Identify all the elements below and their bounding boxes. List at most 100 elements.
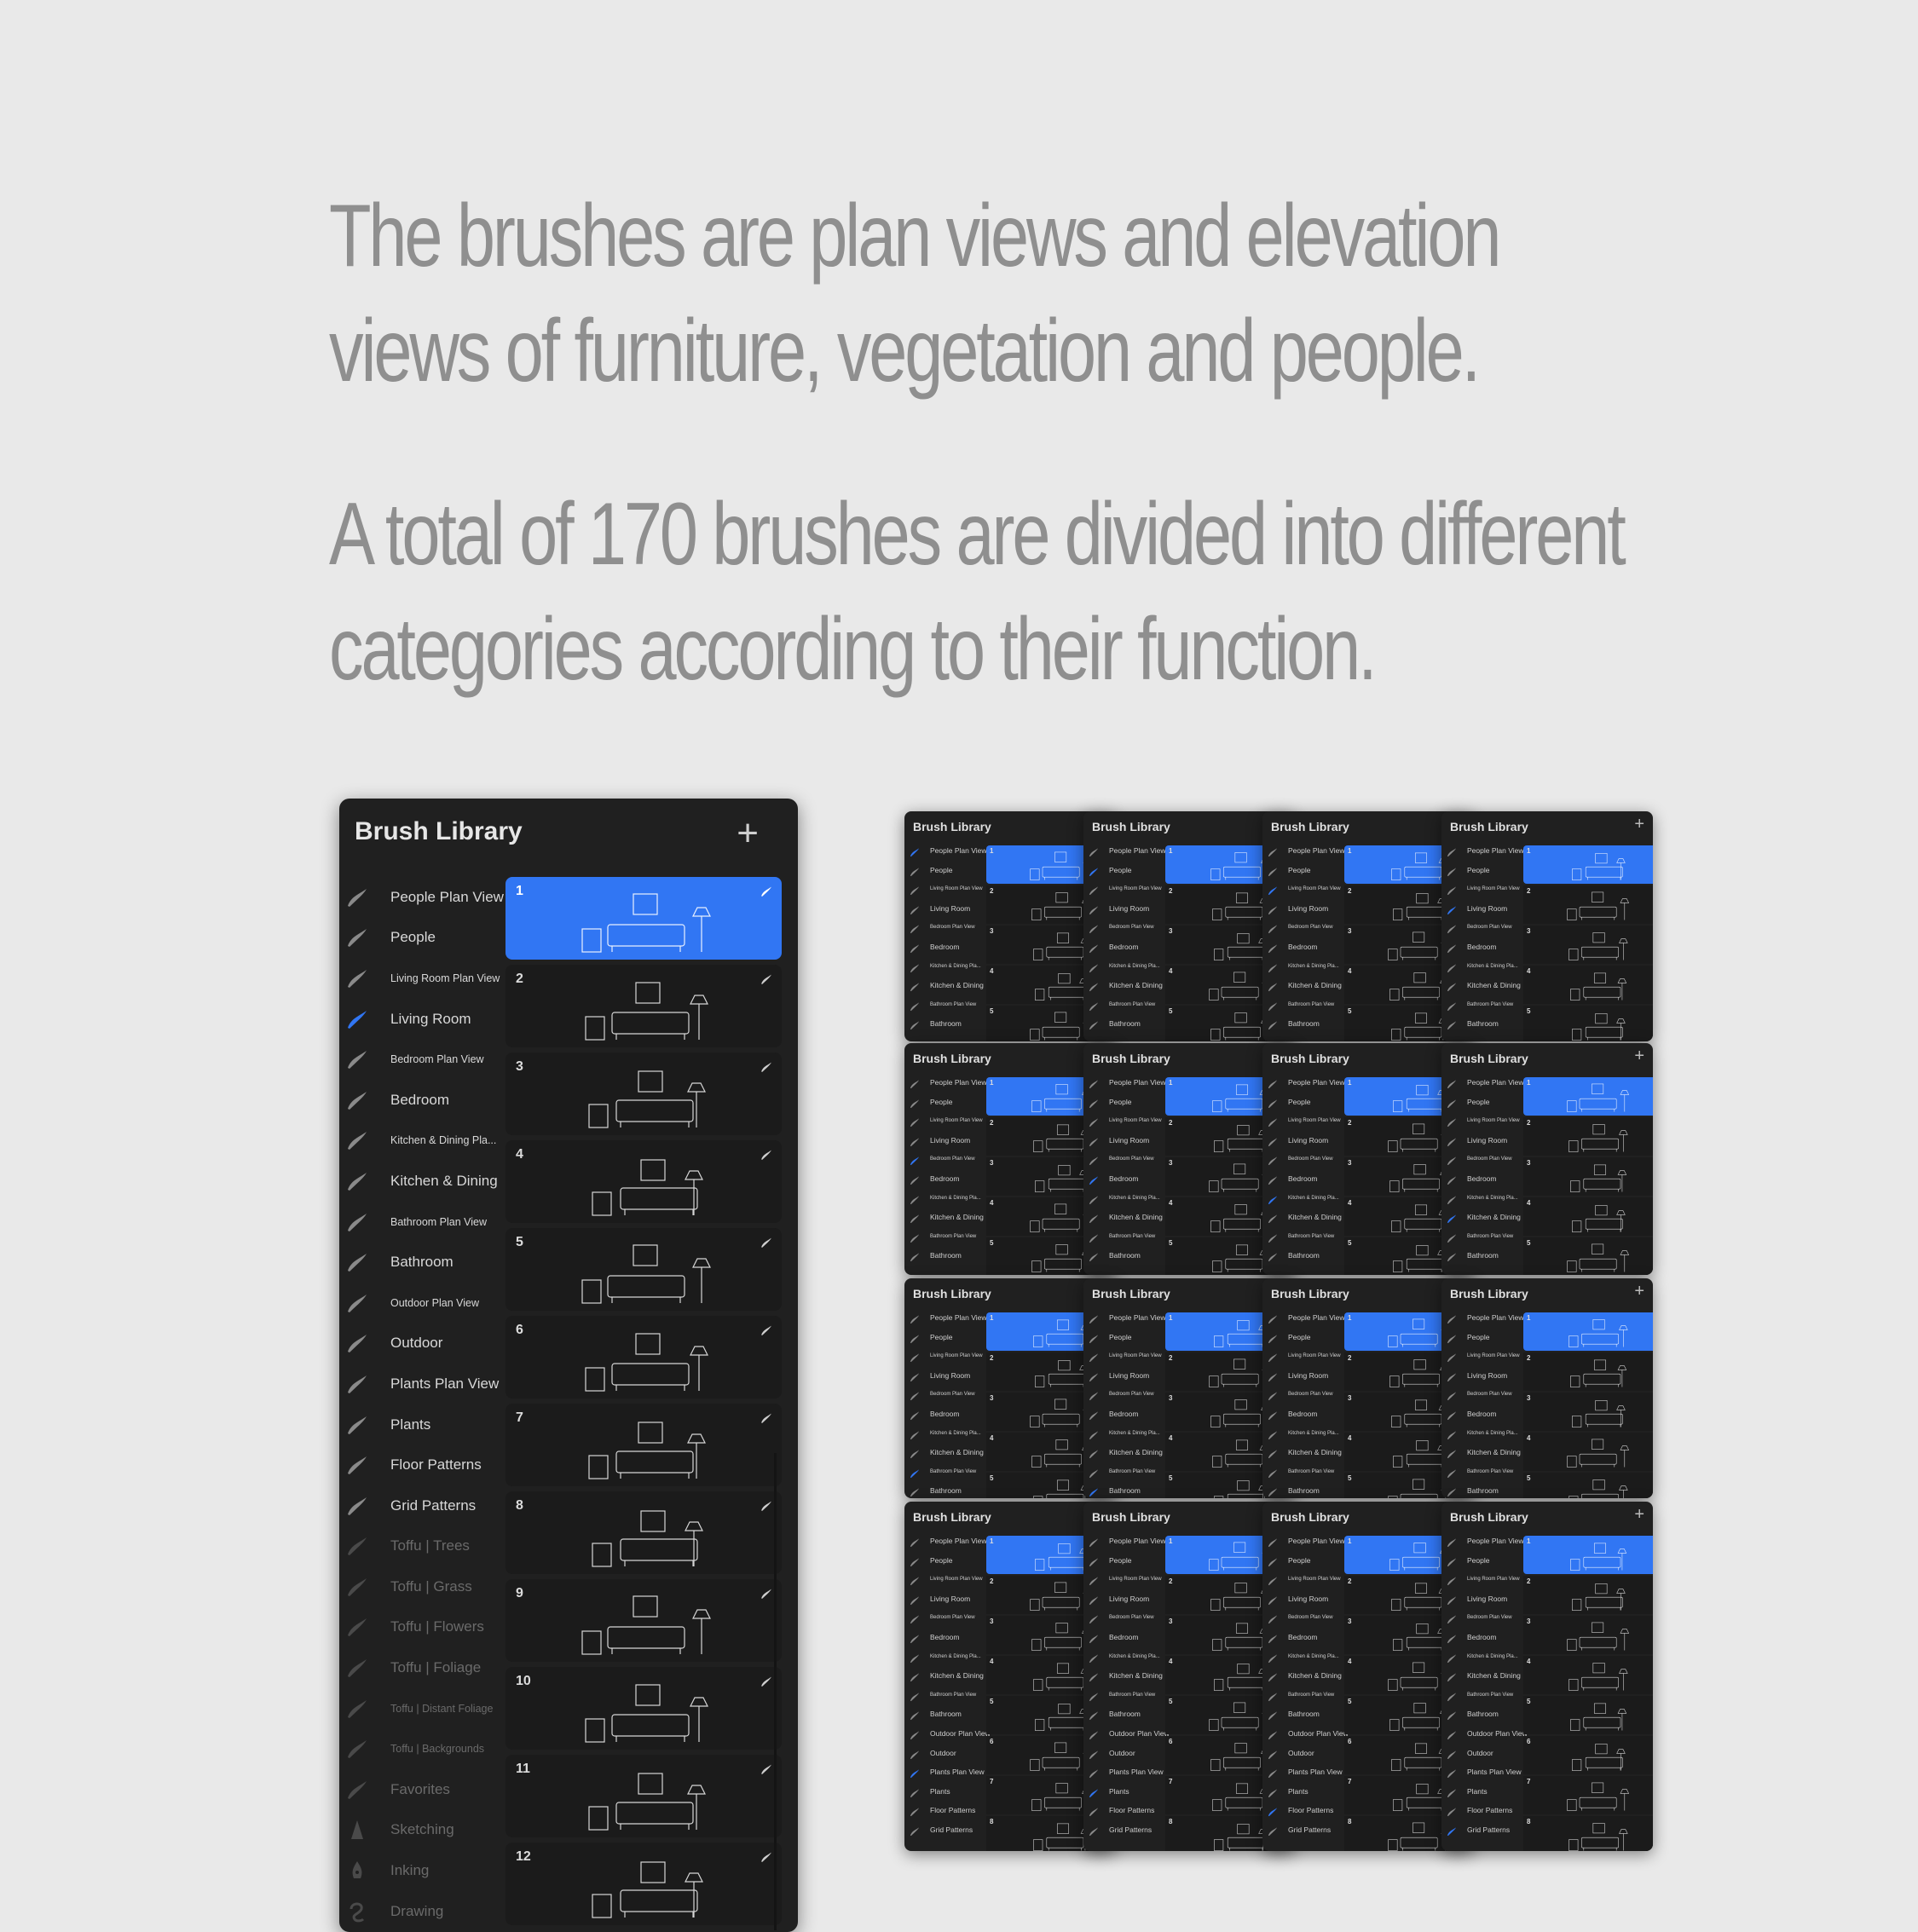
brush-set-item[interactable]: Bathroom Plan View	[1083, 1463, 1165, 1483]
brush-set-item[interactable]: People Plan View	[904, 1309, 986, 1329]
brush-set-item[interactable]: Kitchen & Dining	[1262, 1667, 1344, 1687]
brush-set-item[interactable]: People	[1441, 1329, 1523, 1348]
brush-item[interactable]: 1	[1523, 1312, 1653, 1351]
brush-set-item[interactable]: Toffu | Foliage	[339, 1647, 506, 1688]
brush-set-item[interactable]: Bedroom Plan View	[904, 1151, 986, 1170]
brush-set-item[interactable]: Bathroom	[1262, 1247, 1344, 1266]
brush-set-item[interactable]: Bedroom Plan View	[1441, 1151, 1523, 1170]
brush-list-scrollbar[interactable]	[774, 1453, 777, 1930]
add-brush-set-button[interactable]: +	[1634, 1505, 1644, 1525]
brush-set-item[interactable]: Kitchen & Dining Pla...	[339, 1121, 506, 1162]
brush-item[interactable]: 6	[1523, 1736, 1653, 1774]
brush-item[interactable]: 8	[505, 1491, 782, 1574]
brush-item[interactable]: 2	[1523, 1576, 1653, 1614]
brush-set-item[interactable]: Living Room	[1083, 1367, 1165, 1387]
brush-set-item[interactable]: Plants Plan View	[339, 1364, 506, 1404]
brush-set-item[interactable]: Living Room	[904, 1367, 986, 1387]
brush-set-item[interactable]: Living Room Plan View	[1441, 1112, 1523, 1132]
brush-set-item[interactable]: Plants	[1441, 1783, 1523, 1802]
brush-item[interactable]: 5	[1523, 1006, 1653, 1041]
brush-set-item[interactable]: Bathroom Plan View	[904, 1463, 986, 1483]
brush-set-item[interactable]: Living Room Plan View	[1083, 1347, 1165, 1367]
brush-item[interactable]: 9	[505, 1579, 782, 1662]
brush-set-item[interactable]: People	[1441, 1552, 1523, 1572]
brush-set-item[interactable]: Bedroom	[904, 938, 986, 958]
brush-set-item[interactable]: Plants	[339, 1404, 506, 1445]
brush-set-item[interactable]: People	[1441, 862, 1523, 881]
brush-set-item[interactable]: Kitchen & Dining	[1441, 977, 1523, 996]
brush-set-item[interactable]: Plants Plan View	[904, 1763, 986, 1783]
brush-set-item[interactable]: People Plan View	[1262, 1074, 1344, 1093]
brush-set-item[interactable]: Inking	[339, 1850, 506, 1891]
brush-set-item[interactable]: Kitchen & Dining	[1441, 1208, 1523, 1228]
brush-set-item[interactable]: Living Room Plan View	[1262, 1347, 1344, 1367]
brush-set-item[interactable]: Bedroom	[339, 1080, 506, 1121]
add-brush-set-button[interactable]: +	[1634, 1047, 1644, 1066]
brush-set-item[interactable]: Living Room	[1441, 1590, 1523, 1610]
brush-item[interactable]: 4	[1523, 966, 1653, 1004]
brush-set-item[interactable]: Floor Patterns	[904, 1802, 986, 1821]
brush-set-item[interactable]: Grid Patterns	[1083, 1821, 1165, 1841]
brush-set-item[interactable]: Living Room	[1441, 900, 1523, 920]
brush-set-item[interactable]: Drawing	[339, 1891, 506, 1932]
brush-set-item[interactable]: Plants Plan View	[1083, 1763, 1165, 1783]
brush-set-item[interactable]: Plants	[1262, 1783, 1344, 1802]
brush-set-item[interactable]: Kitchen & Dining	[904, 1444, 986, 1463]
brush-set-item[interactable]: Grid Patterns	[1441, 1821, 1523, 1841]
brush-set-item[interactable]: Kitchen & Dining	[1441, 1667, 1523, 1687]
brush-set-item[interactable]: Toffu | Flowers	[339, 1607, 506, 1648]
brush-set-item[interactable]: People	[1083, 1093, 1165, 1113]
brush-set-item[interactable]: Kitchen & Dining Pla...	[1262, 1425, 1344, 1445]
brush-set-item[interactable]: Toffu | Trees	[339, 1526, 506, 1567]
brush-set-item[interactable]: Bedroom	[1441, 938, 1523, 958]
brush-set-item[interactable]: People	[904, 1093, 986, 1113]
brush-item[interactable]: 2	[1523, 1117, 1653, 1156]
brush-set-item[interactable]: Kitchen & Dining	[1083, 1667, 1165, 1687]
brush-set-item[interactable]: Kitchen & Dining Pla...	[1083, 1648, 1165, 1668]
brush-set-item[interactable]: Living Room	[1262, 1132, 1344, 1151]
brush-set-item[interactable]: Living Room	[904, 1132, 986, 1151]
brush-set-item[interactable]: Kitchen & Dining	[1262, 1444, 1344, 1463]
brush-item[interactable]: 3	[1523, 1157, 1653, 1196]
brush-set-item[interactable]: Bathroom Plan View	[339, 1202, 506, 1243]
brush-set-item[interactable]: Bathroom	[904, 1482, 986, 1498]
brush-set-item[interactable]: People	[1083, 1329, 1165, 1348]
brush-set-item[interactable]: People	[1083, 1552, 1165, 1572]
brush-set-item[interactable]: Floor Patterns	[339, 1445, 506, 1485]
brush-item[interactable]: 3	[505, 1053, 782, 1135]
brush-set-item[interactable]: Living Room Plan View	[904, 1112, 986, 1132]
brush-set-item[interactable]: Bedroom Plan View	[339, 1039, 506, 1080]
brush-set-item[interactable]: Living Room Plan View	[339, 958, 506, 999]
brush-set-item[interactable]: Living Room Plan View	[1262, 880, 1344, 900]
brush-set-item[interactable]: Living Room	[1262, 1367, 1344, 1387]
brush-item[interactable]: 3	[1523, 1616, 1653, 1654]
brush-set-item[interactable]: Living Room Plan View	[1262, 1571, 1344, 1590]
brush-set-item[interactable]: Bedroom Plan View	[1262, 919, 1344, 938]
brush-set-item[interactable]: Grid Patterns	[904, 1821, 986, 1841]
brush-set-item[interactable]: Bedroom Plan View	[1441, 919, 1523, 938]
brush-set-item[interactable]: Living Room Plan View	[1083, 1112, 1165, 1132]
brush-set-item[interactable]: Bedroom Plan View	[1083, 919, 1165, 938]
brush-set-item[interactable]: People	[1262, 1552, 1344, 1572]
brush-set-item[interactable]: Bathroom Plan View	[1441, 1687, 1523, 1706]
brush-set-item[interactable]: Outdoor	[339, 1324, 506, 1364]
brush-set-item[interactable]: Bedroom Plan View	[1262, 1609, 1344, 1629]
brush-set-item[interactable]: Living Room	[904, 1590, 986, 1610]
brush-set-item[interactable]: Living Room	[1262, 1590, 1344, 1610]
brush-set-item[interactable]: Bedroom Plan View	[904, 1609, 986, 1629]
brush-set-item[interactable]: Bathroom	[339, 1242, 506, 1283]
brush-set-item[interactable]: People Plan View	[1441, 1532, 1523, 1552]
brush-set-item[interactable]: Bedroom Plan View	[1083, 1609, 1165, 1629]
brush-set-item[interactable]: Kitchen & Dining Pla...	[1083, 1425, 1165, 1445]
brush-set-item[interactable]: Bedroom	[1441, 1170, 1523, 1190]
brush-set-item[interactable]: Favorites	[339, 1769, 506, 1810]
brush-set-item[interactable]: Kitchen & Dining	[904, 977, 986, 996]
brush-set-item[interactable]: Kitchen & Dining Pla...	[904, 1648, 986, 1668]
brush-set-item[interactable]: Bedroom Plan View	[904, 919, 986, 938]
brush-set-item[interactable]: People Plan View	[1441, 842, 1523, 862]
brush-set-item[interactable]: Bedroom Plan View	[1083, 1386, 1165, 1405]
brush-set-item[interactable]: Bathroom	[1262, 1482, 1344, 1498]
brush-set-item[interactable]: People	[904, 862, 986, 881]
brush-set-item[interactable]: People	[904, 1552, 986, 1572]
brush-item[interactable]: 4	[1523, 1433, 1653, 1471]
